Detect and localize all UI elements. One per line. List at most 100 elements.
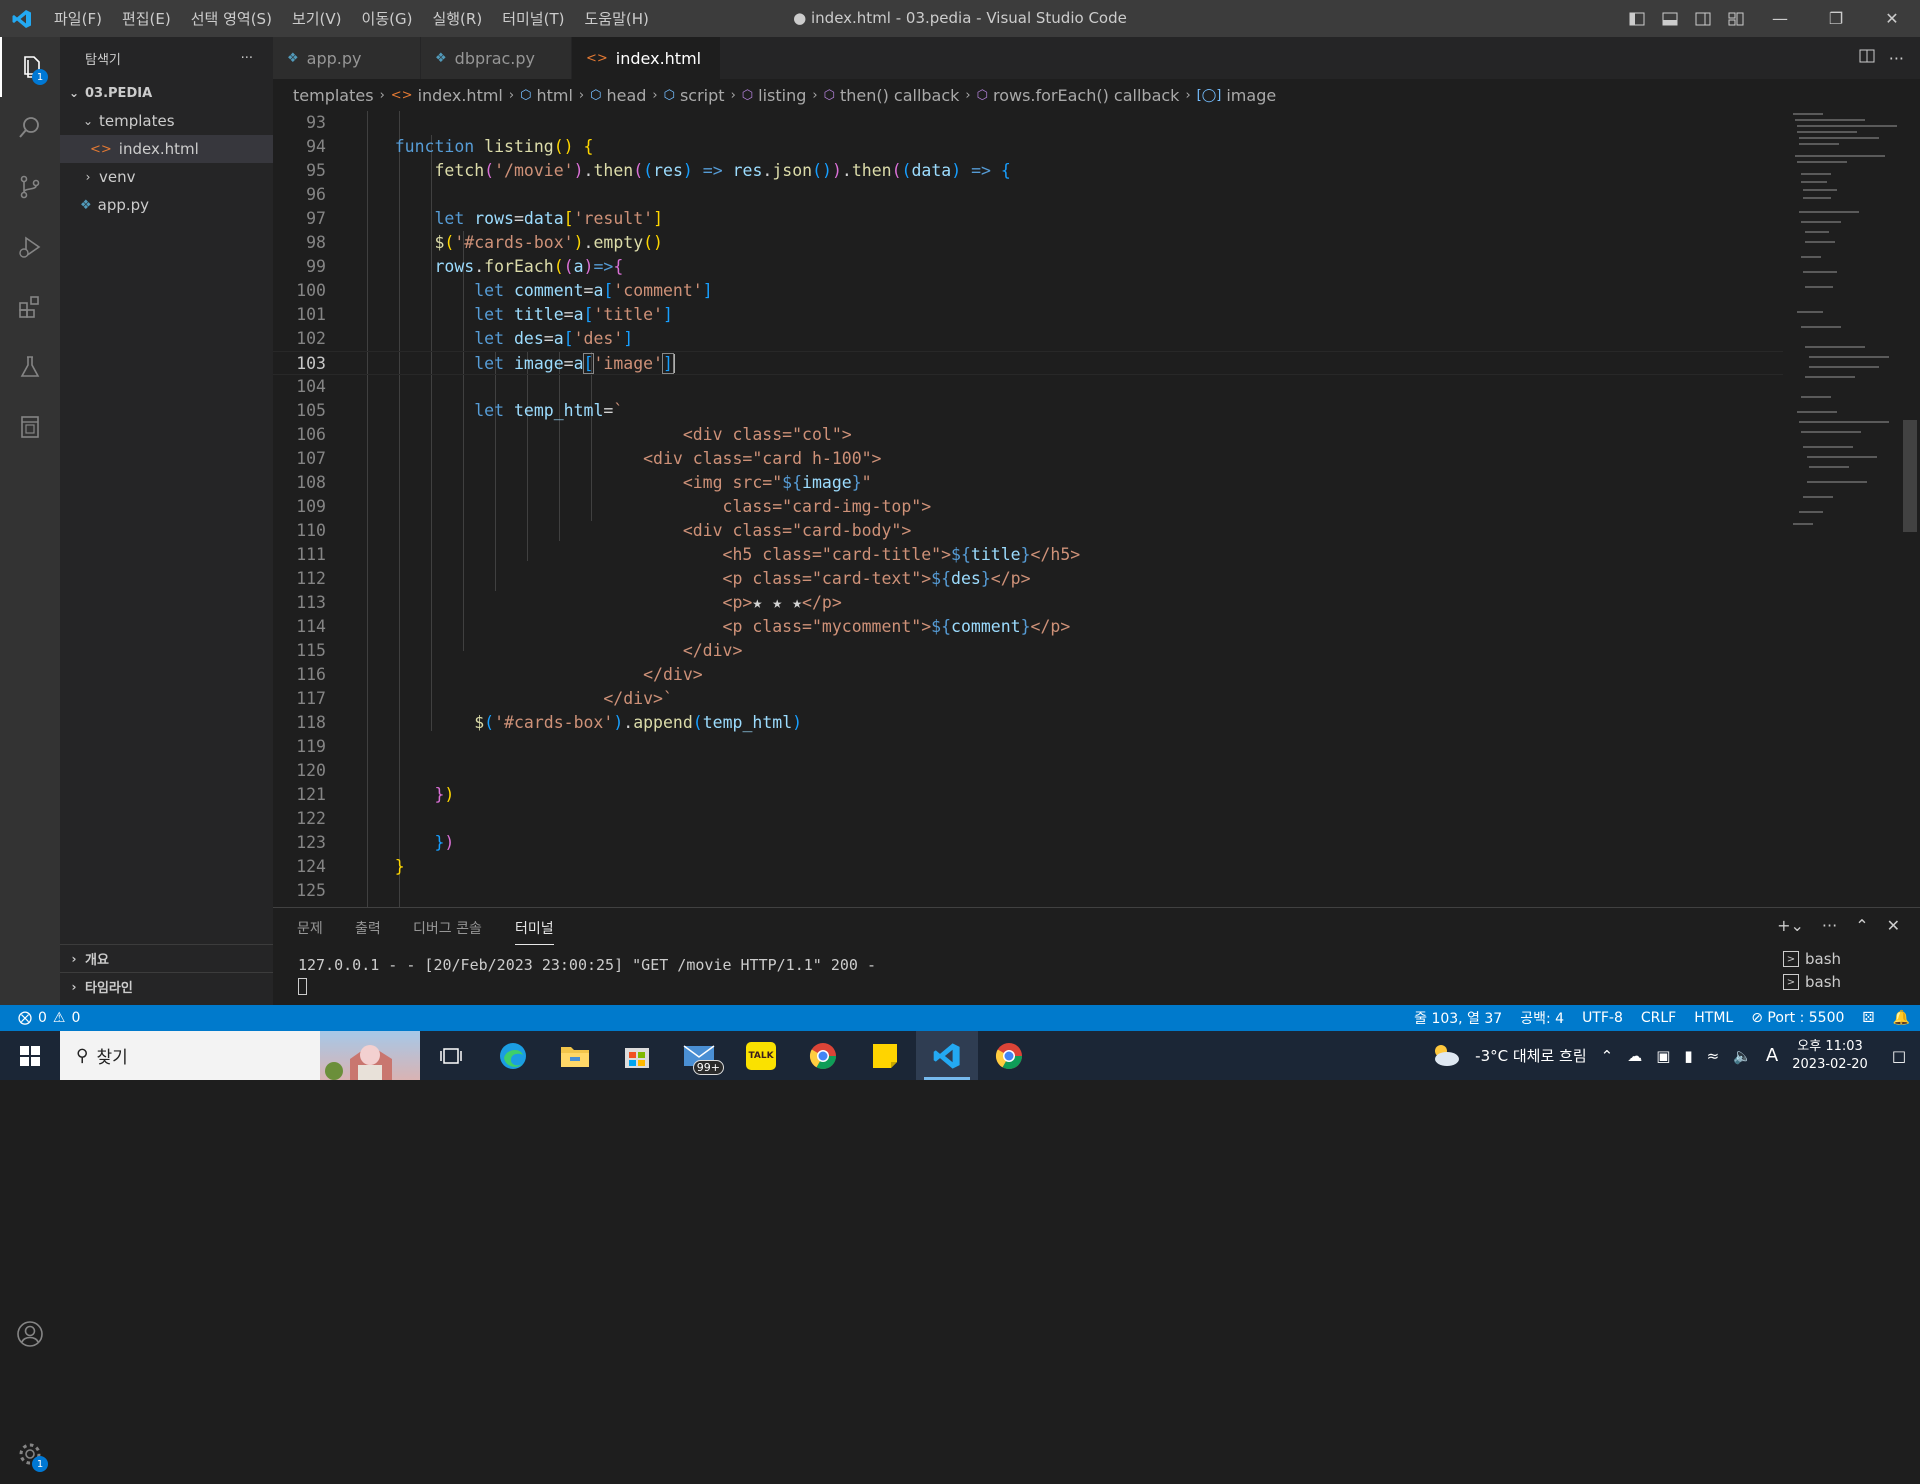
explorer-more-button[interactable]: ··· (241, 51, 253, 66)
ime-indicator[interactable]: A (1766, 1045, 1778, 1066)
customize-layout-icon[interactable] (1719, 0, 1752, 37)
terminal-instance-2[interactable]: > bash (1783, 973, 1841, 991)
accounts-status-icon[interactable]: ⚄ (1862, 1010, 1874, 1026)
maximize-panel-icon[interactable]: ⌃ (1855, 916, 1868, 935)
cloud-sync-icon[interactable]: ☁ (1627, 1047, 1642, 1065)
language-mode[interactable]: HTML (1694, 1010, 1733, 1026)
breadcrumb-listing[interactable]: listing (758, 86, 806, 105)
source-control-icon[interactable] (0, 157, 60, 217)
tab-dbprac-py[interactable]: ❖ dbprac.py (421, 37, 572, 79)
explorer-header: 탐색기 (85, 52, 121, 68)
live-server-port[interactable]: ⊘ Port : 5500 (1751, 1010, 1844, 1026)
terminal-instance-1[interactable]: > bash (1783, 950, 1841, 968)
variable-icon: [◯] (1196, 87, 1222, 103)
menu-run[interactable]: 실행(R) (422, 8, 492, 29)
clock[interactable]: 오후 11:03 2023-02-20 (1792, 1038, 1868, 1074)
problems-indicator[interactable]: ⨂ 0 ⚠ 0 (18, 1010, 80, 1026)
meet-now-icon[interactable]: ▣ (1656, 1047, 1670, 1065)
taskbar-search[interactable]: ⚲ 찾기 (60, 1031, 420, 1080)
breadcrumb-head[interactable]: head (606, 86, 646, 105)
encoding[interactable]: UTF-8 (1582, 1010, 1623, 1026)
extensions-icon[interactable] (0, 277, 60, 337)
microsoft-store-icon[interactable] (606, 1031, 668, 1080)
notifications-bell-icon[interactable]: 🔔 (1893, 1010, 1910, 1026)
chrome-icon[interactable] (792, 1031, 854, 1080)
cursor-position[interactable]: 줄 103, 열 37 (1414, 1008, 1502, 1028)
weather-text[interactable]: -3°C 대체로 흐림 (1475, 1045, 1586, 1066)
search-icon[interactable] (0, 97, 60, 157)
breadcrumb-image[interactable]: image (1226, 86, 1276, 105)
code-line: 101 let title=a['title'] (296, 305, 673, 324)
run-debug-icon[interactable] (0, 217, 60, 277)
terminal-icon: > (1783, 974, 1799, 990)
task-view-icon[interactable] (420, 1031, 482, 1080)
more-actions-icon[interactable]: ··· (1889, 49, 1904, 68)
code-line: 104 (296, 377, 326, 396)
terminal-icon: > (1783, 951, 1799, 967)
workspace-root[interactable]: ⌄ 03.PEDIA (60, 79, 273, 107)
menu-go[interactable]: 이동(G) (352, 8, 423, 29)
volume-icon[interactable]: 🔈 (1733, 1047, 1752, 1065)
menu-selection[interactable]: 선택 영역(S) (181, 8, 282, 29)
toggle-sidebar-icon[interactable] (1620, 0, 1653, 37)
breadcrumb-script[interactable]: script (680, 86, 725, 105)
chrome-icon-2[interactable] (978, 1031, 1040, 1080)
wifi-icon[interactable]: ≈ (1707, 1047, 1720, 1065)
timeline-section[interactable]: › 타임라인 (60, 972, 273, 1000)
terminal-output[interactable]: 127.0.0.1 - - [20/Feb/2023 23:00:25] "GE… (298, 956, 876, 974)
minimap[interactable] (1783, 111, 1903, 907)
tree-item-app-py[interactable]: ❖ app.py (60, 191, 273, 219)
breadcrumb-then-callback[interactable]: then() callback (840, 86, 959, 105)
toggle-panel-icon[interactable] (1653, 0, 1686, 37)
breadcrumb-templates[interactable]: templates (293, 86, 374, 105)
title-bar: 파일(F) 편집(E) 선택 영역(S) 보기(V) 이동(G) 실행(R) 터… (0, 0, 1920, 37)
mail-icon[interactable]: 99+ (668, 1031, 730, 1080)
breadcrumb-index-html[interactable]: index.html (418, 86, 503, 105)
tree-item-venv[interactable]: › venv (60, 163, 273, 191)
menu-edit[interactable]: 편집(E) (112, 8, 181, 29)
vscode-logo-icon[interactable] (0, 0, 44, 37)
vscode-taskbar-icon[interactable] (916, 1031, 978, 1080)
file-explorer-icon[interactable] (544, 1031, 606, 1080)
remote-explorer-icon[interactable] (0, 397, 60, 457)
minimize-icon[interactable]: — (1752, 0, 1808, 37)
show-hidden-icons-chevron-icon[interactable]: ⌃ (1601, 1047, 1614, 1065)
panel-more-icon[interactable]: ··· (1822, 916, 1837, 935)
menu-view[interactable]: 보기(V) (282, 8, 352, 29)
tree-item-templates[interactable]: ⌄ templates (60, 107, 273, 135)
manage-gear-icon[interactable]: 1 (0, 1424, 60, 1484)
toggle-secondary-sidebar-icon[interactable] (1686, 0, 1719, 37)
edge-browser-icon[interactable] (482, 1031, 544, 1080)
weather-cloud-icon[interactable] (1429, 1041, 1461, 1071)
indentation[interactable]: 공백: 4 (1520, 1008, 1564, 1028)
restore-icon[interactable]: ❐ (1808, 0, 1864, 37)
close-icon[interactable]: ✕ (1864, 0, 1920, 37)
panel-tab-problems[interactable]: 문제 (297, 918, 323, 938)
battery-icon[interactable]: ▮ (1684, 1047, 1692, 1065)
sticky-notes-icon[interactable] (854, 1031, 916, 1080)
kakaotalk-icon[interactable]: TALK (730, 1031, 792, 1080)
line-ending[interactable]: CRLF (1641, 1010, 1676, 1026)
split-editor-icon[interactable] (1859, 48, 1875, 68)
panel-tab-output[interactable]: 출력 (355, 918, 381, 938)
tree-item-index-html[interactable]: <> index.html (60, 135, 273, 163)
editor-scrollbar[interactable] (1903, 420, 1917, 532)
windows-start-icon[interactable] (0, 1031, 60, 1080)
outline-section[interactable]: › 개요 (60, 944, 273, 972)
panel-tab-terminal[interactable]: 터미널 (515, 918, 554, 945)
tab-app-py[interactable]: ❖ app.py (273, 37, 421, 79)
notification-center-icon[interactable]: □ (1892, 1047, 1906, 1065)
close-panel-icon[interactable]: ✕ (1887, 916, 1900, 935)
tab-index-html[interactable]: <> index.html (572, 37, 721, 79)
accounts-icon[interactable] (0, 1304, 60, 1364)
menu-help[interactable]: 도움말(H) (574, 8, 658, 29)
menu-terminal[interactable]: 터미널(T) (492, 8, 574, 29)
explorer-icon[interactable]: 1 (0, 37, 60, 97)
new-terminal-icon[interactable]: +⌄ (1777, 916, 1804, 935)
breadcrumb-foreach-callback[interactable]: rows.forEach() callback (993, 86, 1179, 105)
panel-tab-debug-console[interactable]: 디버그 콘솔 (413, 918, 482, 938)
code-editor[interactable]: 93 94 function listing() { 95 fetch('/mo… (273, 111, 1920, 907)
breadcrumb-html[interactable]: html (536, 86, 572, 105)
testing-icon[interactable] (0, 337, 60, 397)
menu-file[interactable]: 파일(F) (44, 8, 112, 29)
